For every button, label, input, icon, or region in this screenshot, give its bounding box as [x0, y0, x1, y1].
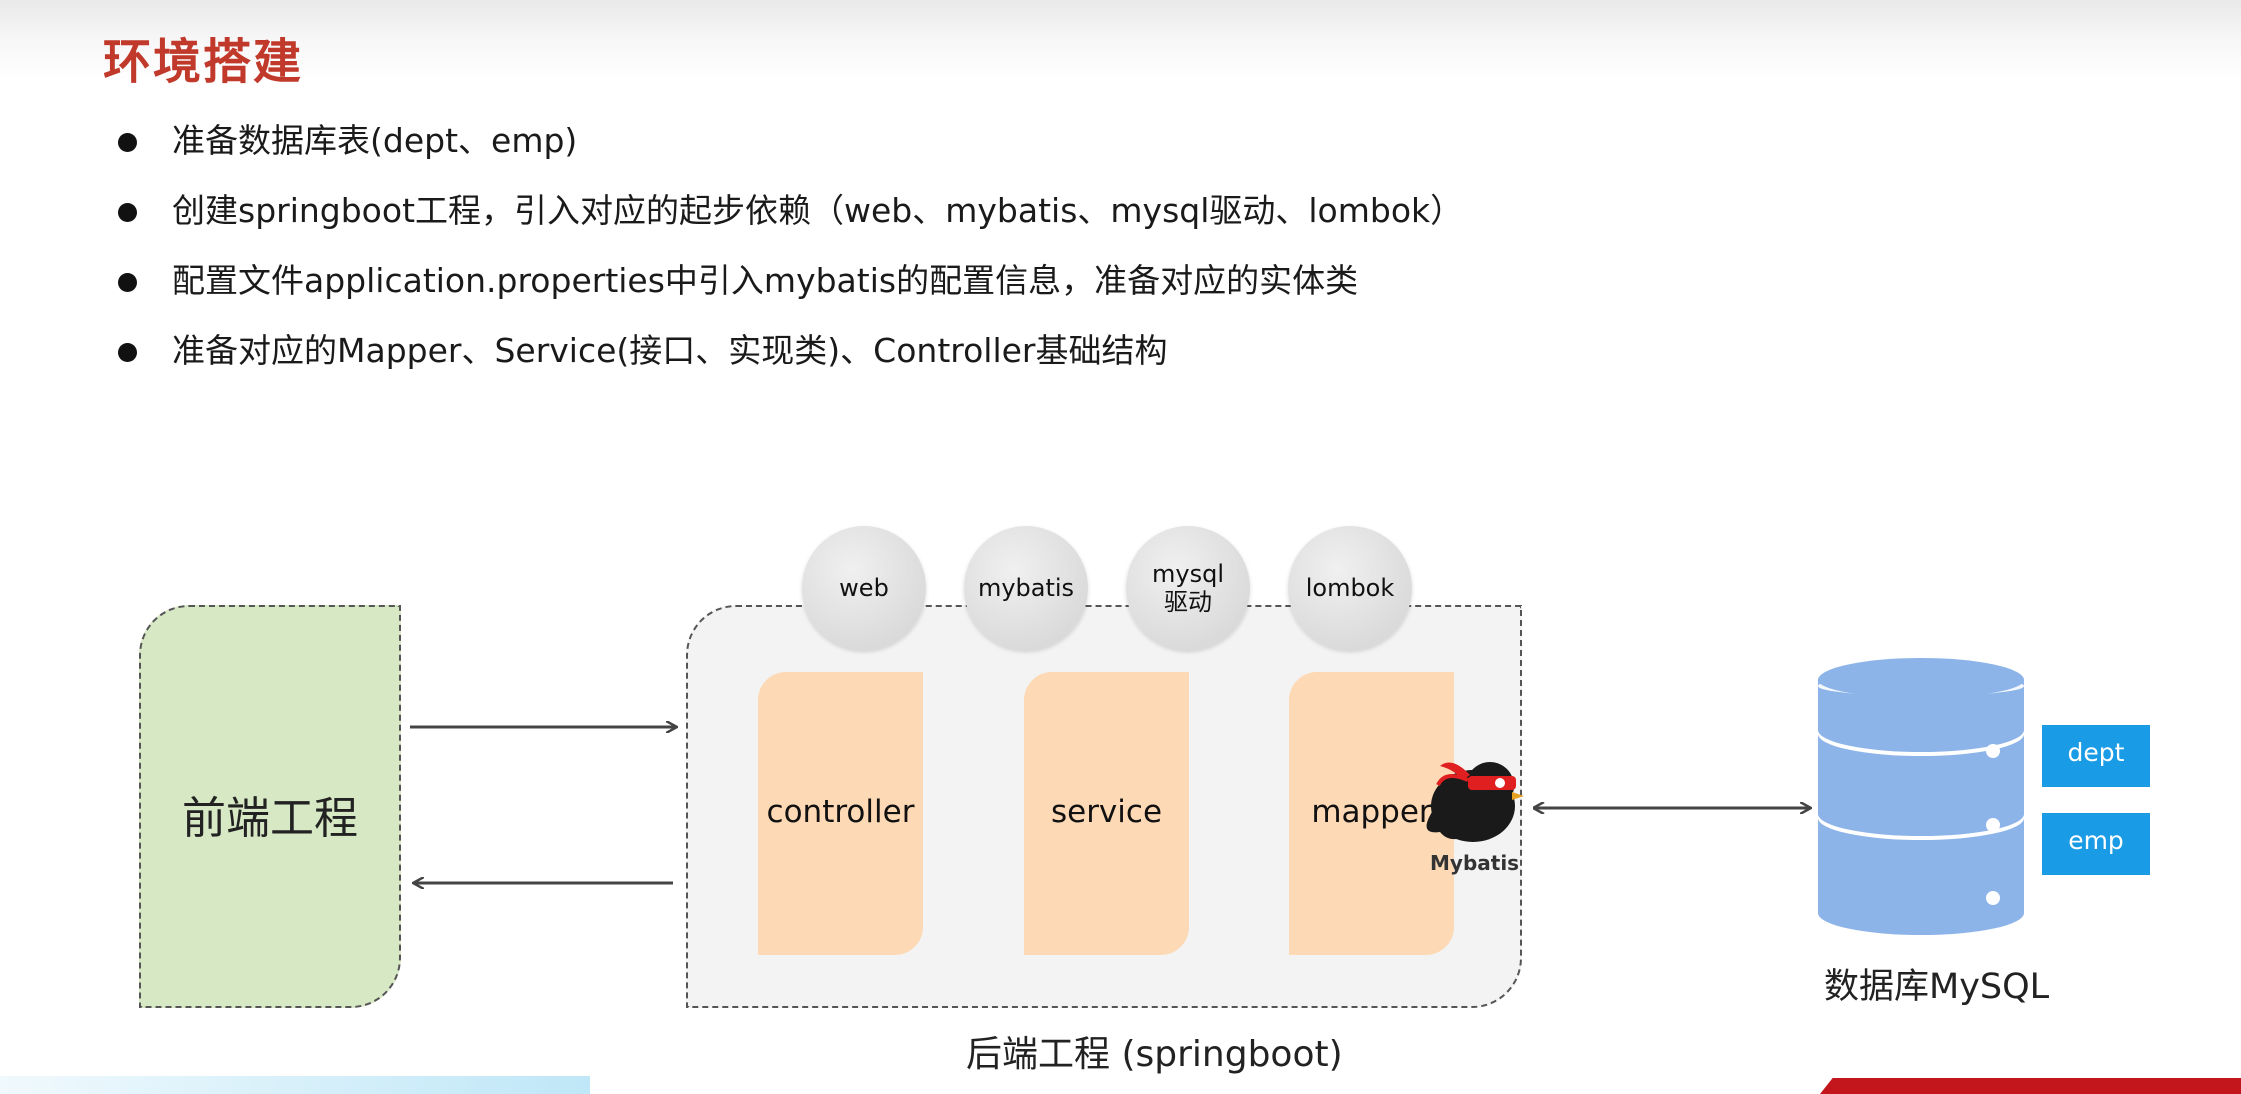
mybatis-logo-text: Mybatis: [1430, 851, 1520, 875]
table-tag-dept: dept: [2042, 725, 2150, 787]
diagram-graphics: [410, 658, 2024, 935]
mybatis-bird-icon: [1426, 762, 1524, 842]
database-label: 数据库MySQL: [1824, 967, 2050, 1007]
backend-label: 后端工程 (springboot): [966, 1034, 1343, 1075]
table-tag-emp: emp: [2042, 813, 2150, 875]
bottom-decor-right: [1820, 1078, 2241, 1094]
database-icon: [1818, 658, 2024, 935]
bottom-decor-left: [0, 1076, 590, 1094]
